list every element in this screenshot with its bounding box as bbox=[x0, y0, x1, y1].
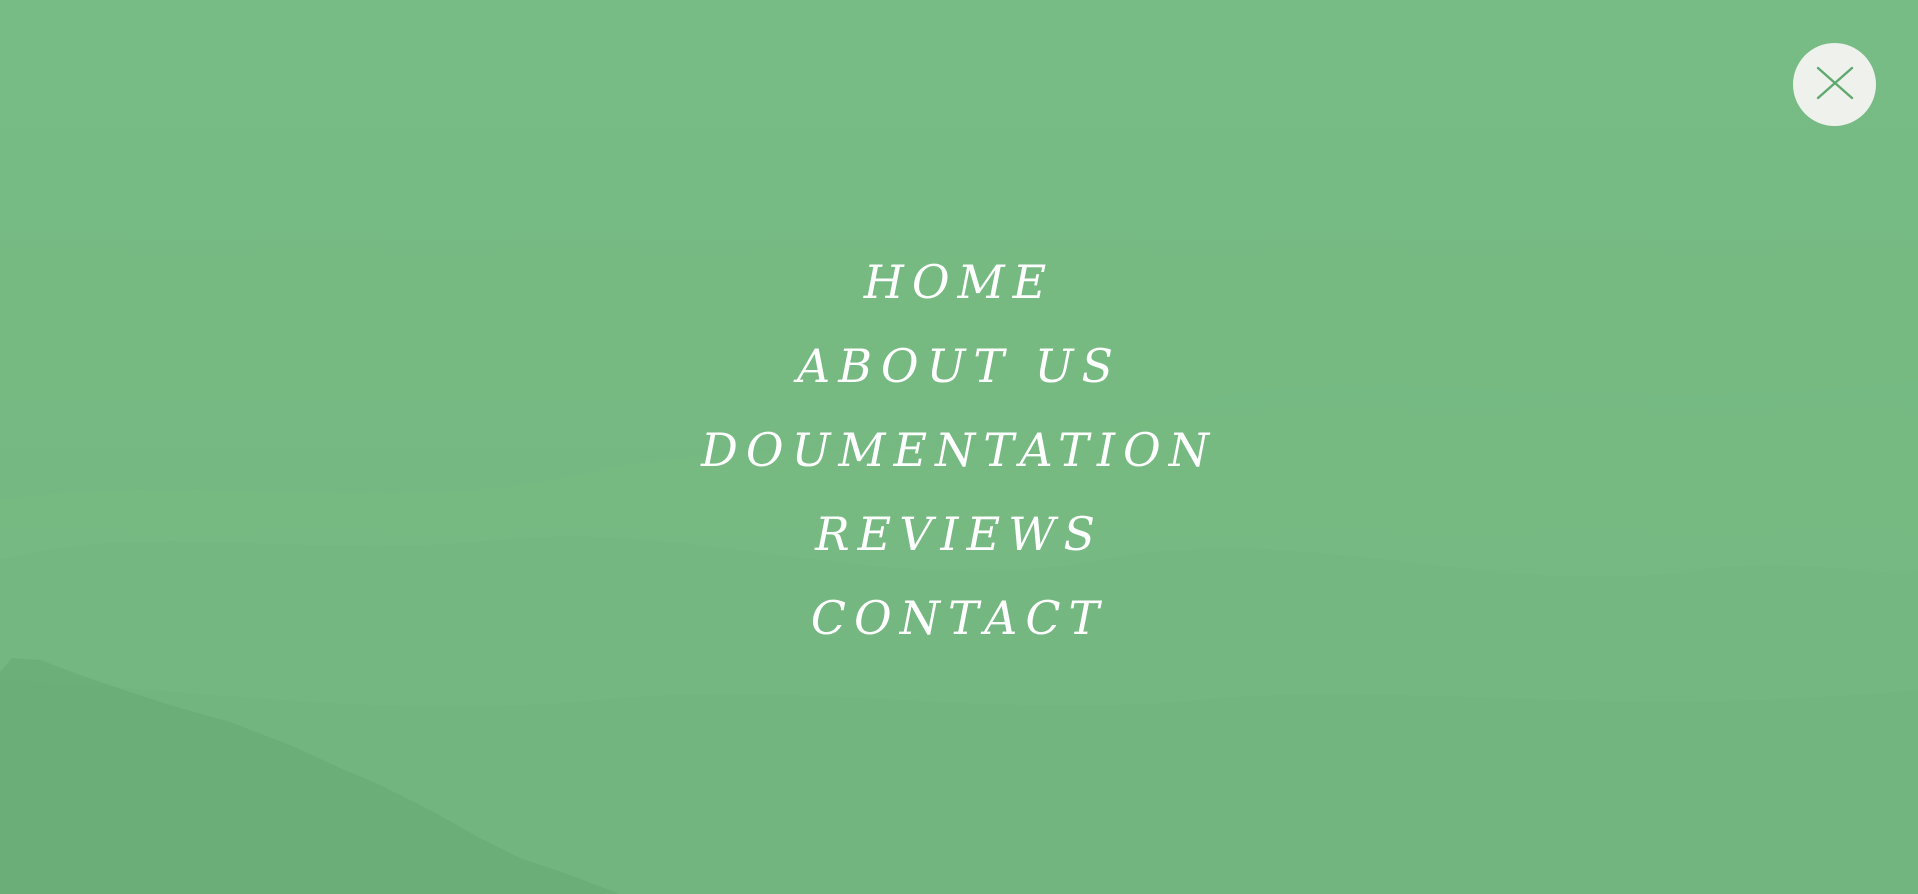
main-menu: HOME ABOUT US DOUMENTATION REVIEWS CONTA… bbox=[0, 240, 1918, 660]
menu-item-home: HOME bbox=[0, 240, 1918, 324]
close-button[interactable] bbox=[1793, 43, 1876, 126]
menu-item-documentation: DOUMENTATION bbox=[0, 408, 1918, 492]
menu-item-reviews: REVIEWS bbox=[0, 492, 1918, 576]
menu-link-about-us[interactable]: ABOUT US bbox=[797, 343, 1121, 389]
menu-item-about-us: ABOUT US bbox=[0, 324, 1918, 408]
menu-link-reviews[interactable]: REVIEWS bbox=[815, 511, 1103, 557]
menu-link-contact[interactable]: CONTACT bbox=[811, 595, 1107, 641]
menu-item-contact: CONTACT bbox=[0, 576, 1918, 660]
close-icon bbox=[1816, 66, 1853, 99]
menu-link-home[interactable]: HOME bbox=[864, 259, 1055, 305]
menu-link-documentation[interactable]: DOUMENTATION bbox=[701, 427, 1217, 473]
